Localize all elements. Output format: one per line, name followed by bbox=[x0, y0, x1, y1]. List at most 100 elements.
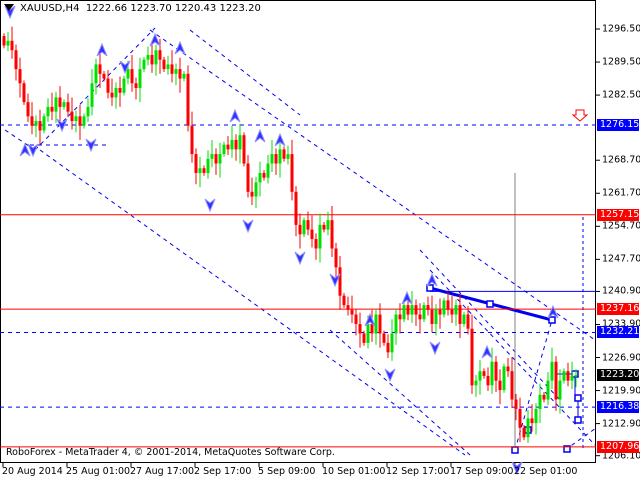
high-value: 1223.70 bbox=[130, 3, 172, 14]
candle-body bbox=[394, 314, 398, 334]
candle bbox=[166, 55, 170, 75]
candle-body bbox=[458, 305, 462, 324]
candle-body bbox=[370, 324, 374, 334]
candle-body bbox=[438, 309, 442, 315]
candle-body bbox=[102, 73, 106, 79]
candle bbox=[110, 78, 114, 106]
candle-body bbox=[230, 139, 234, 150]
candle bbox=[182, 71, 186, 82]
candle bbox=[138, 57, 142, 103]
candle-body bbox=[262, 172, 266, 178]
candle bbox=[550, 347, 554, 390]
candle-body bbox=[178, 69, 182, 79]
candle bbox=[466, 306, 470, 335]
candle bbox=[122, 75, 126, 96]
candle bbox=[294, 186, 298, 237]
candle-body bbox=[58, 97, 62, 107]
y-tick-label: 1247.70 bbox=[602, 253, 640, 265]
candle-body bbox=[294, 191, 298, 225]
price-chart[interactable] bbox=[0, 0, 640, 480]
x-tick-label: 27 Aug 17:00 bbox=[130, 466, 195, 477]
candle-body bbox=[398, 314, 402, 320]
candle bbox=[234, 134, 238, 161]
candle-body bbox=[546, 380, 550, 400]
symbol-label: XAUUSD,H4 bbox=[20, 3, 80, 14]
candle-body bbox=[50, 106, 54, 112]
candle bbox=[66, 93, 70, 118]
candle-body bbox=[422, 305, 426, 320]
candle bbox=[510, 357, 514, 409]
candle bbox=[546, 372, 550, 406]
candle-body bbox=[38, 121, 42, 131]
candle-body bbox=[434, 309, 438, 324]
candle bbox=[102, 71, 106, 82]
candle-body bbox=[318, 224, 322, 249]
candle-body bbox=[162, 59, 166, 70]
candle bbox=[114, 82, 118, 109]
candle-body bbox=[526, 418, 530, 438]
candle bbox=[302, 217, 306, 238]
fractal-up-arrow-icon bbox=[254, 128, 266, 143]
chart-menu-triangle-icon[interactable] bbox=[4, 4, 14, 11]
analysis-dashed-line bbox=[419, 249, 561, 401]
candle bbox=[74, 110, 78, 133]
candle-body bbox=[86, 106, 90, 117]
candle bbox=[518, 397, 522, 442]
candle-body bbox=[90, 83, 94, 107]
y-tick-label: 1261.70 bbox=[602, 187, 640, 199]
y-tick-label: 1268.70 bbox=[602, 154, 640, 166]
fractal-up-arrow-icon bbox=[547, 304, 559, 319]
candle-body bbox=[298, 224, 302, 235]
candle-body bbox=[442, 300, 446, 315]
price-level-tag: 1216.38 bbox=[597, 401, 639, 414]
candle bbox=[18, 57, 22, 98]
candle-body bbox=[314, 239, 318, 249]
candle-body bbox=[490, 361, 494, 386]
candle bbox=[62, 99, 66, 110]
candle-body bbox=[426, 305, 430, 310]
candle-body bbox=[106, 78, 110, 93]
candle-body bbox=[410, 305, 414, 315]
candle bbox=[502, 363, 506, 393]
fractal-up-arrow-icon bbox=[96, 42, 108, 57]
anchor-square bbox=[511, 446, 519, 454]
candle bbox=[318, 213, 322, 263]
candle-body bbox=[66, 102, 70, 112]
chart-header: XAUUSD,H4 1222.66 1223.70 1220.43 1223.2… bbox=[20, 3, 261, 14]
candle-body bbox=[474, 380, 478, 386]
candle-body bbox=[34, 121, 38, 126]
fractal-up-arrow-icon bbox=[401, 290, 413, 305]
price-level-tag: 1257.15 bbox=[597, 208, 639, 221]
candle bbox=[134, 77, 138, 100]
candle-body bbox=[534, 408, 538, 424]
fractal-up-arrow-icon bbox=[229, 108, 241, 123]
candle-body bbox=[206, 158, 210, 173]
candle-body bbox=[354, 314, 358, 324]
candle-body bbox=[510, 371, 514, 400]
candle-body bbox=[246, 163, 250, 192]
candle bbox=[198, 156, 202, 188]
candle bbox=[414, 299, 418, 326]
candle bbox=[6, 32, 10, 52]
x-tick-label: 25 Aug 01:00 bbox=[66, 466, 131, 477]
candle bbox=[454, 299, 458, 326]
candle bbox=[430, 295, 434, 333]
analysis-dashed-line bbox=[189, 29, 301, 116]
candle-body bbox=[326, 220, 330, 230]
candle bbox=[446, 291, 450, 316]
candle-body bbox=[306, 220, 310, 230]
candle bbox=[190, 111, 194, 163]
candle-body bbox=[122, 78, 126, 93]
candle bbox=[214, 148, 218, 175]
candle-body bbox=[114, 88, 118, 98]
fractal-down-arrow-icon bbox=[204, 198, 216, 213]
candle-body bbox=[190, 125, 194, 155]
candle-body bbox=[258, 172, 262, 183]
candle bbox=[534, 403, 538, 435]
candle-body bbox=[2, 36, 6, 46]
candle bbox=[262, 170, 266, 181]
candle bbox=[34, 115, 38, 138]
candle bbox=[174, 63, 178, 86]
candle bbox=[162, 56, 166, 72]
candle-body bbox=[42, 116, 46, 131]
